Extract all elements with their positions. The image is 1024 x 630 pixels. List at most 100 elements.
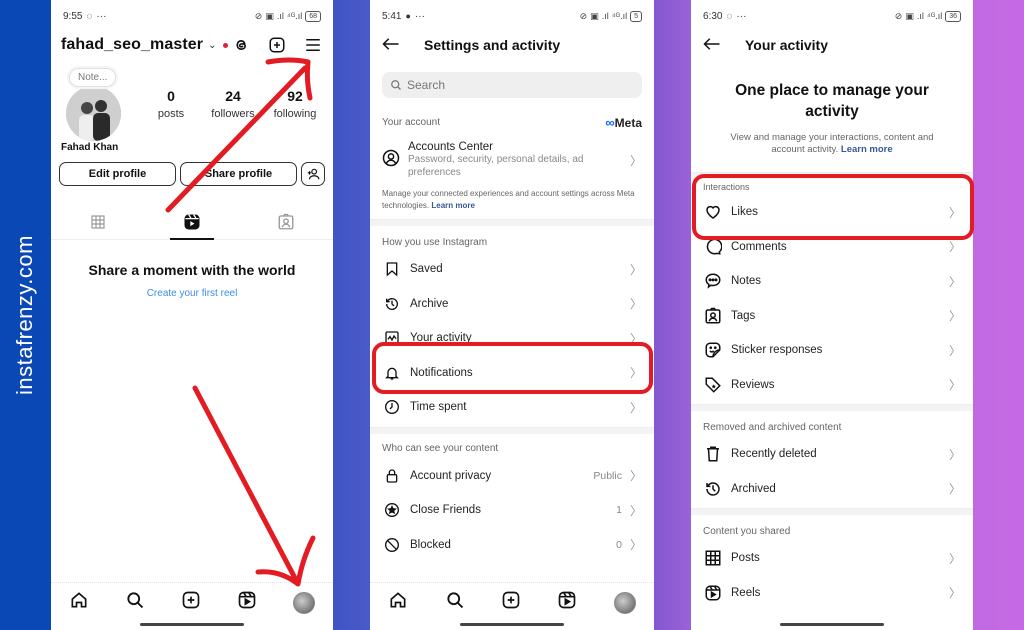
menu-icon[interactable] [303,35,323,55]
menu-item-account-privacy[interactable]: Account privacy Public 〉 [370,459,654,494]
stat-posts[interactable]: 0 posts [141,88,201,122]
chevron-right-icon: 〉 [629,153,642,168]
nav-profile-avatar[interactable] [293,591,315,614]
menu-item-comments[interactable]: Comments 〉 [691,230,973,265]
nav-search-icon[interactable] [445,590,465,615]
menu-item-archive[interactable]: Archive 〉 [370,287,654,322]
menu-item-close-friends[interactable]: Close Friends 1 〉 [370,493,654,528]
status-bar: 5:41 ● ··· ⊘ ▣ .ıl ⁴ᴳ.ıl 5 [370,0,654,32]
nav-home-icon[interactable] [388,590,408,615]
message-icon: ● [405,11,411,21]
back-arrow-icon[interactable] [703,35,723,56]
stat-label: followers [211,108,255,120]
nav-create-icon[interactable] [181,590,201,615]
tab-grid[interactable] [51,204,145,239]
stat-followers[interactable]: 24 followers [203,88,263,122]
menu-item-reviews[interactable]: Reviews 〉 [691,368,973,403]
menu-item-blocked[interactable]: Blocked 0 〉 [370,528,654,563]
section-interactions: Interactions [691,179,973,195]
more-notifications: ··· [96,10,107,22]
username[interactable]: fahad_seo_master [61,36,203,54]
profile-header: fahad_seo_master ⌄ [51,32,333,58]
share-profile-button[interactable]: Share profile [180,162,297,186]
chevron-right-icon: 〉 [629,538,642,553]
nav-profile-avatar[interactable] [613,591,636,614]
stat-following[interactable]: 92 following [265,88,325,122]
menu-item-notes[interactable]: Notes 〉 [691,264,973,299]
accounts-center-title: Accounts Center [408,141,494,153]
menu-item-archived[interactable]: Archived 〉 [691,472,973,507]
menu-item-tags[interactable]: Tags 〉 [691,299,973,334]
section-divider [370,219,654,226]
reels-icon [184,213,200,229]
grid-icon [91,214,105,229]
menu-item-likes[interactable]: Likes 〉 [691,195,973,230]
menu-item-your-activity[interactable]: Your activity 〉 [370,321,654,356]
chevron-right-icon: 〉 [629,366,642,381]
learn-more-link[interactable]: Learn more [841,144,893,155]
reels-icon [703,583,723,603]
signal-icon: .ıl [916,11,924,21]
section-how-you-use: How you use Instagram [370,232,654,252]
threads-icon[interactable] [231,35,251,55]
menu-item-reels[interactable]: Reels 〉 [691,576,973,611]
signal-4g-icon: ⁴ᴳ.ıl [286,11,303,21]
battery-icon: 36 [945,10,961,22]
menu-item-label: Your activity [410,332,472,345]
create-icon[interactable] [267,35,287,55]
sticker-icon [703,340,723,360]
menu-item-recently-deleted[interactable]: Recently deleted 〉 [691,437,973,472]
stat-value: 24 [225,88,241,104]
nav-reels-icon[interactable] [237,590,257,615]
note-bubble[interactable]: Note... [69,68,117,87]
edit-profile-button[interactable]: Edit profile [59,162,176,186]
menu-item-notifications[interactable]: Notifications 〉 [370,356,654,391]
hero-title: One place to manage your activity [735,82,929,120]
learn-more-link[interactable]: Learn more [431,201,475,210]
back-arrow-icon[interactable] [382,35,402,56]
chevron-right-icon: 〉 [948,482,961,497]
stat-value: 0 [167,88,175,104]
link-icon: ⊘ [894,10,903,21]
meta-label: Meta [614,115,642,130]
menu-item-time-spent[interactable]: Time spent 〉 [370,390,654,425]
menu-item-sticker-responses[interactable]: Sticker responses 〉 [691,333,973,368]
archive-icon [703,479,723,499]
avatar[interactable] [66,86,121,141]
note-text: Manage your connected experiences and ac… [382,189,635,210]
nav-home-icon[interactable] [69,590,89,615]
tab-reels[interactable] [145,204,239,240]
nav-search-icon[interactable] [125,590,145,615]
create-first-reel-link[interactable]: Create your first reel [51,288,333,299]
section-heading: Removed and archived content [703,421,842,433]
menu-item-label: Archived [731,482,776,495]
section-heading: How you use Instagram [382,236,488,248]
menu-item-saved[interactable]: Saved 〉 [370,252,654,287]
chevron-right-icon: 〉 [629,331,642,346]
menu-item-label: Reviews [731,378,775,391]
tab-tagged[interactable] [239,204,333,239]
star-circle-icon [382,500,402,520]
menu-item-label: Reels [731,586,761,599]
nav-reels-icon[interactable] [557,590,577,615]
accounts-center-item[interactable]: Accounts Center Password, security, pers… [370,132,654,188]
chevron-down-icon[interactable]: ⌄ [208,40,216,51]
menu-item-label: Tags [731,309,756,322]
chevron-right-icon: 〉 [948,378,961,393]
section-heading: Who can see your content [382,443,499,454]
menu-item-label: Archive [410,297,449,310]
status-time: 9:55 [63,10,83,22]
search-icon [391,80,401,90]
add-person-button[interactable] [301,162,325,186]
chevron-right-icon: 〉 [629,503,642,518]
menu-item-posts[interactable]: Posts 〉 [691,541,973,576]
hero-subtitle: View and manage your interactions, conte… [691,132,973,156]
nfc-icon: ▣ [265,10,274,21]
chevron-right-icon: 〉 [948,309,961,324]
status-bar: 9:55 ◌ ··· ⊘ ▣ .ıl ⁴ᴳ.ıl 68 [51,0,333,32]
nav-create-icon[interactable] [501,590,521,615]
heart-icon [703,202,723,222]
clock-icon [382,397,402,417]
notes-icon [703,271,723,291]
search-input[interactable]: Search [382,72,642,98]
